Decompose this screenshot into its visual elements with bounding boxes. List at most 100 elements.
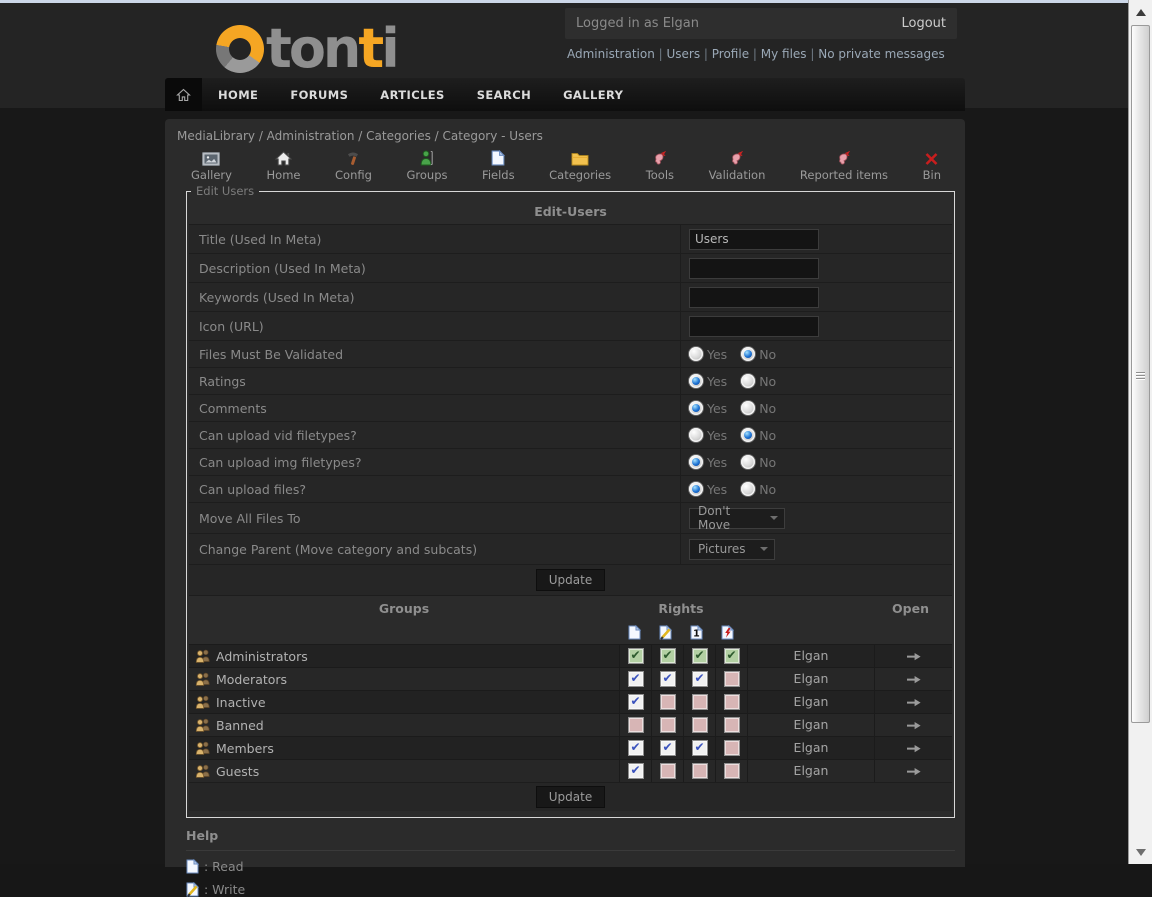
site-logo[interactable]: tonti	[216, 19, 397, 79]
radio-no[interactable]	[741, 428, 755, 442]
right-checkbox[interactable]	[724, 717, 740, 733]
right-checkbox[interactable]	[724, 740, 740, 756]
update-button[interactable]: Update	[536, 569, 605, 591]
nav-home-button[interactable]	[165, 78, 202, 111]
radio-yes[interactable]	[689, 374, 703, 388]
owner-label: Elgan	[747, 668, 874, 690]
right-checkbox[interactable]	[628, 763, 644, 779]
toolbar-item-reported[interactable]: Reported items	[800, 151, 888, 182]
radio-no[interactable]	[741, 374, 755, 388]
radio-yes[interactable]	[689, 347, 703, 361]
right-checkbox[interactable]	[660, 763, 676, 779]
link-administration[interactable]: Administration	[567, 47, 655, 61]
group-row-guests: Guests Elgan	[189, 759, 952, 782]
link-private-messages[interactable]: No private messages	[807, 47, 945, 61]
home-icon	[275, 151, 292, 166]
right-checkbox[interactable]	[724, 648, 740, 664]
icon-url-input[interactable]	[689, 316, 819, 337]
open-group-button[interactable]	[874, 737, 952, 759]
right-checkbox[interactable]	[692, 763, 708, 779]
right-checkbox[interactable]	[692, 717, 708, 733]
open-group-button[interactable]	[874, 668, 952, 690]
help-title: Help	[186, 828, 955, 851]
help-section: Help : Read : Write	[186, 828, 955, 897]
toolbar-item-gallery[interactable]: Gallery	[191, 152, 232, 182]
right-checkbox[interactable]	[628, 694, 644, 710]
scrollbar-down-button[interactable]	[1132, 844, 1149, 860]
right-checkbox[interactable]	[660, 717, 676, 733]
toolbar-item-groups[interactable]: Groups	[406, 150, 447, 182]
right-checkbox[interactable]	[628, 648, 644, 664]
right-checkbox[interactable]	[724, 763, 740, 779]
scrollbar-thumb[interactable]	[1131, 25, 1150, 723]
right-checkbox[interactable]	[692, 740, 708, 756]
right-checkbox[interactable]	[692, 648, 708, 664]
open-group-button[interactable]	[874, 760, 952, 782]
nav-item-articles[interactable]: ARTICLES	[364, 78, 460, 111]
triangle-down-icon	[1136, 849, 1146, 861]
radio-no[interactable]	[741, 455, 755, 469]
link-my-files[interactable]: My files	[749, 47, 806, 61]
groups-update-button[interactable]: Update	[536, 786, 605, 808]
nav-item-forums[interactable]: FORUMS	[274, 78, 364, 111]
vertical-scrollbar[interactable]	[1128, 0, 1152, 864]
radio-no[interactable]	[741, 482, 755, 496]
toolbar-item-tools[interactable]: Tools	[646, 151, 674, 182]
nav-item-search[interactable]: SEARCH	[461, 78, 547, 111]
arrow-right-icon	[906, 767, 921, 776]
nav-item-gallery[interactable]: GALLERY	[547, 78, 639, 111]
radio-yes[interactable]	[689, 401, 703, 415]
open-group-button[interactable]	[874, 645, 952, 667]
toolbar-item-home[interactable]: Home	[267, 151, 301, 182]
radio-no[interactable]	[741, 401, 755, 415]
link-profile[interactable]: Profile	[700, 47, 749, 61]
radio-yes[interactable]	[689, 428, 703, 442]
group-icon	[195, 718, 210, 732]
radio-yes[interactable]	[689, 455, 703, 469]
open-group-button[interactable]	[874, 714, 952, 736]
validation-icon	[729, 151, 744, 166]
owner-label: Elgan	[747, 691, 874, 713]
toolbar-item-config[interactable]: Config	[335, 150, 372, 182]
fieldset-legend: Edit Users	[191, 184, 259, 198]
right-checkbox[interactable]	[692, 671, 708, 687]
link-users[interactable]: Users	[655, 47, 700, 61]
right-checkbox[interactable]	[660, 694, 676, 710]
scrollbar-up-button[interactable]	[1132, 4, 1149, 20]
logout-link[interactable]: Logout	[901, 16, 946, 31]
toolbar-item-fields[interactable]: Fields	[482, 150, 515, 182]
form-title: Edit-Users	[189, 198, 952, 224]
write-right-icon	[659, 625, 672, 640]
form-row-ratings: Ratings Yes No	[189, 367, 952, 394]
right-checkbox[interactable]	[628, 740, 644, 756]
page-background: tonti Logged in as Elgan Logout Administ…	[0, 3, 1128, 864]
description-input[interactable]	[689, 258, 819, 279]
radio-yes[interactable]	[689, 482, 703, 496]
content-panel: MediaLibrary / Administration / Categori…	[165, 119, 965, 867]
toolbar-item-bin[interactable]: Bin	[923, 152, 941, 182]
title-input[interactable]	[689, 229, 819, 250]
right-checkbox[interactable]	[724, 671, 740, 687]
change-parent-select[interactable]: Pictures	[689, 539, 775, 560]
arrow-right-icon	[906, 675, 921, 684]
toolbar-item-categories[interactable]: Categories	[549, 152, 611, 182]
open-group-button[interactable]	[874, 691, 952, 713]
keywords-input[interactable]	[689, 287, 819, 308]
right-checkbox[interactable]	[724, 694, 740, 710]
nav-item-home[interactable]: HOME	[202, 78, 274, 111]
toolbar-item-validation[interactable]: Validation	[709, 151, 766, 182]
header-groups: Groups	[189, 601, 619, 616]
right-checkbox[interactable]	[628, 671, 644, 687]
right-checkbox[interactable]	[660, 671, 676, 687]
move-files-select[interactable]: Don't Move	[689, 508, 785, 529]
group-icon	[195, 741, 210, 755]
right-checkbox[interactable]	[660, 648, 676, 664]
right-checkbox[interactable]	[628, 717, 644, 733]
reported-items-icon	[836, 151, 851, 166]
group-icon	[195, 649, 210, 663]
right-checkbox[interactable]	[692, 694, 708, 710]
fields-icon	[491, 150, 505, 166]
radio-no[interactable]	[741, 347, 755, 361]
right-checkbox[interactable]	[660, 740, 676, 756]
hammer-icon	[345, 150, 361, 166]
